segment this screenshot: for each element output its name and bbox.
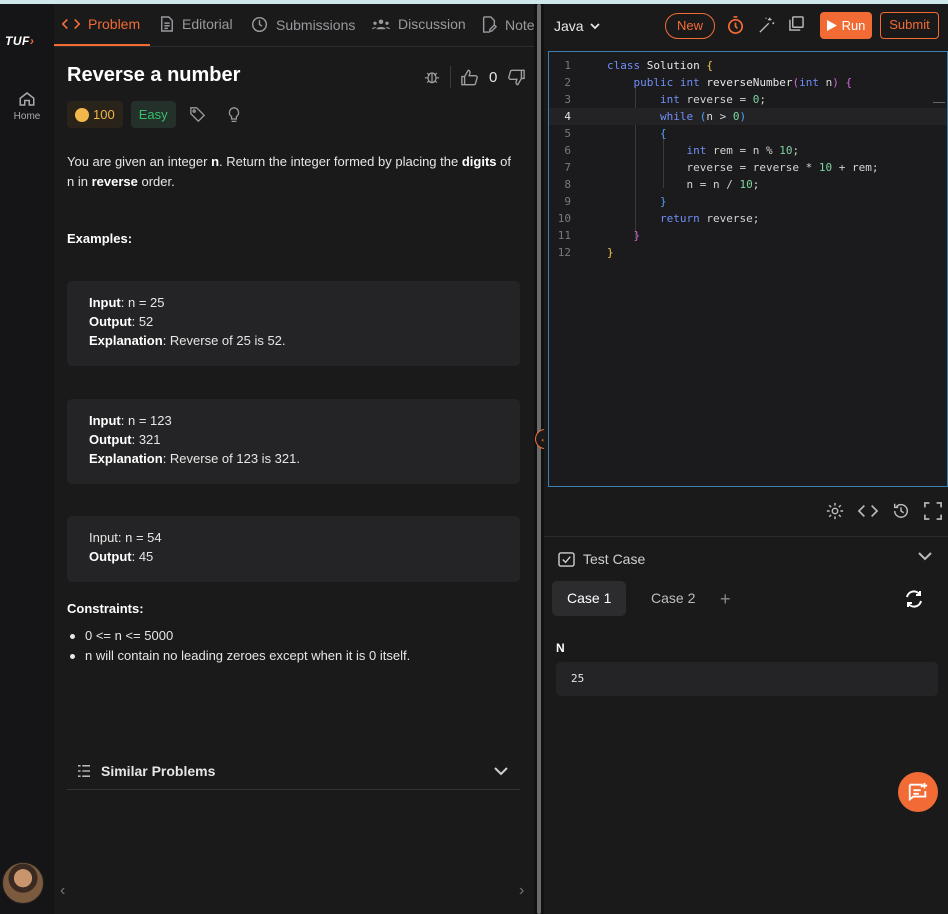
- feedback-button[interactable]: [898, 772, 938, 812]
- editor-tools: [826, 502, 942, 520]
- editor-toolbar: Java New Run Submit: [544, 4, 948, 48]
- param-input[interactable]: 25: [556, 662, 938, 696]
- hint-button[interactable]: [220, 101, 248, 128]
- problem-panel: Problem Editorial Submissions Discussion…: [54, 4, 535, 914]
- tag-button[interactable]: [184, 101, 212, 128]
- magic-wand-icon[interactable]: [758, 16, 776, 38]
- list-item: n will contain no leading zeroes except …: [67, 646, 410, 666]
- list-item: 0 <= n <= 5000: [67, 626, 410, 646]
- refresh-icon[interactable]: [904, 589, 924, 609]
- example-2: Input: n = 123 Output: 321 Explanation: …: [67, 399, 520, 484]
- difficulty-badge: Easy: [130, 101, 176, 128]
- add-case-button[interactable]: +: [720, 589, 731, 610]
- code-line: 1 class Solution {: [564, 59, 713, 72]
- sidebar-item-home[interactable]: Home: [4, 90, 50, 122]
- like-count: 0: [489, 68, 498, 86]
- chevron-right-icon[interactable]: ›: [519, 882, 524, 900]
- chevron-down-icon: [589, 22, 600, 29]
- chat-add-icon: [908, 782, 928, 802]
- sidebar-item-label: Home: [13, 111, 41, 122]
- run-button[interactable]: Run: [820, 12, 872, 39]
- code-line: 8 n = n / 10;: [564, 178, 760, 191]
- coin-icon: [75, 107, 89, 122]
- copy-icon[interactable]: [789, 16, 804, 35]
- case-1-tab[interactable]: Case 1: [552, 581, 627, 616]
- play-icon: [826, 20, 837, 31]
- code-editor[interactable]: 1 class Solution { 2 public int reverseNu…: [548, 51, 948, 487]
- divider: [450, 66, 451, 88]
- checkbox-icon: [558, 551, 575, 567]
- constraints-list: 0 <= n <= 5000 n will contain no leading…: [67, 626, 410, 666]
- avatar[interactable]: [2, 862, 44, 904]
- constraints-heading: Constraints:: [67, 601, 144, 616]
- example-3: Input: n = 54 Output: 45: [67, 516, 520, 582]
- tab-discussion[interactable]: Discussion: [372, 16, 466, 32]
- lightbulb-icon: [228, 106, 239, 122]
- similar-problems-toggle[interactable]: Similar Problems: [67, 752, 520, 790]
- code-line: 5 {: [564, 127, 667, 140]
- tuf-logo[interactable]: TUF›: [5, 34, 34, 48]
- problem-title: Reverse a number: [67, 64, 241, 86]
- tab-editorial[interactable]: Editorial: [160, 16, 233, 32]
- code-line-current: 4 while (n > 0): [549, 108, 947, 125]
- tag-icon: [190, 107, 206, 122]
- thumbs-down-icon[interactable]: [507, 69, 526, 86]
- code-line: 12}: [557, 246, 614, 259]
- coin-badge: 100: [67, 101, 123, 128]
- fullscreen-icon[interactable]: [924, 502, 942, 520]
- tab-note[interactable]: Note: [481, 16, 535, 33]
- tab-submissions[interactable]: Submissions: [251, 16, 355, 33]
- testcase-panel: Test Case Case 1 Case 2 + N 25: [544, 536, 948, 914]
- code-line: 3 int reverse = 0;: [564, 93, 766, 106]
- code-line: 9 }: [564, 195, 667, 208]
- param-label: N: [556, 641, 565, 655]
- problem-tabs: Problem Editorial Submissions Discussion…: [54, 4, 535, 47]
- clock-icon: [251, 16, 268, 33]
- code-line: 7 reverse = reverse * 10 + rem;: [564, 161, 879, 174]
- examples-heading: Examples:: [67, 231, 133, 246]
- case-2-tab[interactable]: Case 2: [636, 581, 710, 616]
- problem-actions: 0: [424, 66, 526, 88]
- code-line: 10 return reverse;: [557, 212, 760, 225]
- editor-panel: Java New Run Submit 1 class Solution { 2 …: [544, 4, 948, 914]
- panel-nav: ‹ ›: [54, 882, 534, 906]
- code-icon: [62, 18, 80, 30]
- people-icon: [372, 19, 390, 30]
- code-line: 2 public int reverseNumber(int n) {: [564, 76, 853, 89]
- active-tab-indicator: [54, 44, 150, 46]
- code-line: 11 }: [557, 229, 641, 242]
- timer-icon[interactable]: [726, 16, 745, 39]
- chevron-down-icon: [494, 766, 508, 775]
- example-1: Input: n = 25 Output: 52 Explanation: Re…: [67, 281, 520, 366]
- note-icon: [482, 16, 497, 33]
- panel-divider[interactable]: [534, 4, 544, 914]
- submit-button[interactable]: Submit: [880, 12, 939, 39]
- bug-icon[interactable]: [424, 69, 440, 85]
- testcase-header[interactable]: Test Case: [558, 551, 645, 567]
- history-icon[interactable]: [892, 502, 910, 520]
- problem-badges: 100 Easy: [67, 101, 248, 128]
- list-icon: [78, 764, 90, 777]
- code-brackets-icon[interactable]: [858, 502, 878, 520]
- home-icon: [19, 92, 35, 106]
- code-line: 6 int rem = n % 10;: [564, 144, 800, 157]
- document-icon: [161, 16, 173, 32]
- problem-description: You are given an integer n. Return the i…: [67, 154, 511, 189]
- new-button[interactable]: New: [665, 13, 716, 39]
- tab-problem[interactable]: Problem: [62, 16, 140, 32]
- thumbs-up-icon[interactable]: [461, 69, 479, 86]
- chevron-left-icon[interactable]: ‹: [60, 882, 65, 900]
- settings-icon[interactable]: [826, 502, 844, 520]
- app-sidebar: TUF› Home: [0, 4, 54, 914]
- chevron-down-icon[interactable]: [918, 551, 932, 561]
- language-select[interactable]: Java: [554, 18, 600, 34]
